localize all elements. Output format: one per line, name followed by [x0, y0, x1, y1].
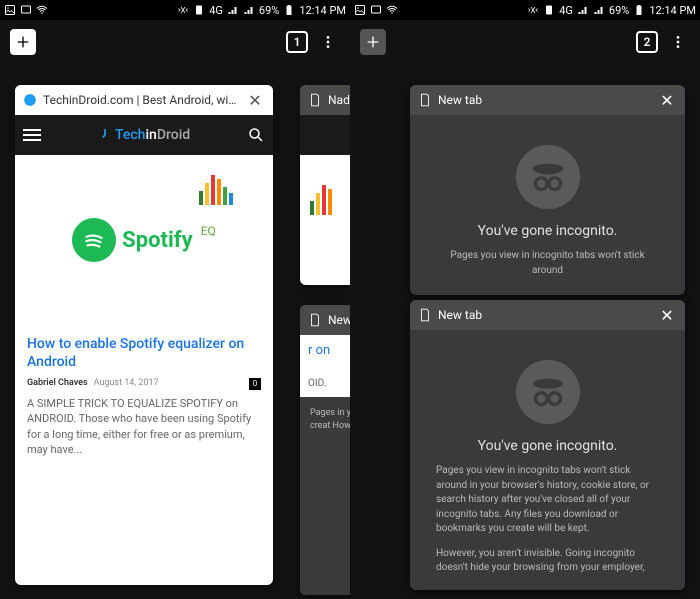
- article-title-fragment: r on: [308, 343, 350, 358]
- tab-titlebar: New tab ✕: [410, 85, 685, 115]
- hamburger-icon[interactable]: [23, 129, 41, 141]
- status-bar: 4G 69% 12:14 PM: [0, 0, 350, 20]
- incognito-headline: You've gone incognito.: [432, 223, 663, 239]
- network-type: 4G: [209, 4, 223, 17]
- site-brand: TechinDroid: [47, 127, 241, 143]
- clock-time: 12:14 PM: [299, 4, 346, 17]
- tab-title: New tab: [328, 313, 350, 327]
- battery-icon: [633, 4, 645, 16]
- article-excerpt: A SIMPLE TRICK TO EQUALIZE SPOTIFY on AN…: [27, 396, 261, 458]
- incognito-tab-card[interactable]: New tab ✕ You've gone incognito. Pages y…: [410, 85, 685, 295]
- close-tab-button[interactable]: ✕: [657, 306, 677, 325]
- tab-titlebar: New tab ✕: [410, 300, 685, 330]
- incognito-text-fragment: Pages in your histo tabs. creat Howe: [300, 397, 350, 595]
- close-tab-button[interactable]: ✕: [245, 91, 265, 110]
- article-date: August 14, 2017: [94, 377, 159, 390]
- more-vert-icon: [320, 34, 336, 50]
- comments-badge: 0: [249, 378, 261, 390]
- vibrate-icon: [177, 4, 189, 16]
- status-bar: 4G 69% 12:14 PM: [350, 0, 700, 20]
- tab-title: New tab: [438, 93, 651, 107]
- signal-icon-2: [593, 4, 605, 16]
- tab-title: New tab: [438, 308, 651, 322]
- overflow-menu-button[interactable]: [666, 30, 690, 54]
- article-title[interactable]: How to enable Spotify equalizer on Andro…: [27, 335, 261, 371]
- browser-toolbar: 1: [0, 20, 350, 64]
- excerpt-fragment: OID.: [308, 378, 350, 389]
- tab-title: Nadows, if: [328, 93, 350, 107]
- tab-card-peek[interactable]: Nadows, if: [300, 85, 350, 285]
- search-icon[interactable]: [247, 126, 265, 144]
- tab-card-peek-2[interactable]: New tab r on 0 OID. Pages in your histo …: [300, 305, 350, 595]
- tab-titlebar: TechinDroid.com | Best Android, windows …: [15, 85, 273, 115]
- tab-title: TechinDroid.com | Best Android, windows: [43, 93, 239, 107]
- wifi-icon: [36, 4, 48, 16]
- favicon-icon: [23, 93, 37, 107]
- plus-icon: [365, 34, 381, 50]
- new-tab-button[interactable]: [10, 29, 36, 55]
- battery-percent: 69%: [609, 4, 629, 17]
- incognito-icon: [516, 360, 580, 424]
- new-tab-button[interactable]: [360, 29, 386, 55]
- plus-icon: [15, 34, 31, 50]
- file-icon: [418, 93, 432, 107]
- eq-label: EQ: [201, 224, 216, 238]
- equalizer-icon: [310, 185, 350, 215]
- sim-icon: [543, 4, 555, 16]
- network-type: 4G: [559, 4, 573, 17]
- vibrate-icon: [527, 4, 539, 16]
- incognito-subtext: Pages you view in incognito tabs won't s…: [432, 249, 663, 278]
- image-icon: [354, 4, 366, 16]
- clock-time: 12:14 PM: [649, 4, 696, 17]
- incognito-tab-card[interactable]: New tab ✕ You've gone incognito. Pages y…: [410, 300, 685, 590]
- incognito-icon: [516, 145, 580, 209]
- cast-icon: [370, 4, 382, 16]
- file-icon: [418, 308, 432, 322]
- more-vert-icon: [670, 34, 686, 50]
- incognito-headline: You've gone incognito.: [432, 438, 663, 454]
- browser-toolbar: 2: [350, 20, 700, 64]
- article-author: Gabriel Chaves: [27, 377, 88, 390]
- tab-card[interactable]: TechinDroid.com | Best Android, windows …: [15, 85, 273, 585]
- site-header: TechinDroid: [15, 115, 273, 155]
- tab-count-button[interactable]: 1: [286, 31, 308, 53]
- overflow-menu-button[interactable]: [316, 30, 340, 54]
- spotify-wordmark: Spotify: [122, 228, 193, 253]
- phone-screenshot-right: 4G 69% 12:14 PM 2 New tab: [350, 0, 700, 599]
- brand-icon: [98, 128, 112, 142]
- signal-icon: [227, 4, 239, 16]
- article-body: How to enable Spotify equalizer on Andro…: [15, 325, 273, 472]
- spotify-logo-icon: [72, 218, 116, 262]
- signal-icon: [577, 4, 589, 16]
- file-icon: [308, 93, 322, 107]
- incognito-paragraph-1: Pages you view in incognito tabs won't s…: [432, 464, 663, 537]
- sim-icon: [193, 4, 205, 16]
- phone-screenshot-left: 4G 69% 12:14 PM 1 Tech: [0, 0, 350, 599]
- incognito-paragraph-2: However, you aren't invisible. Going inc…: [432, 547, 663, 576]
- cast-icon: [20, 4, 32, 16]
- file-icon: [308, 313, 322, 327]
- battery-percent: 69%: [259, 4, 279, 17]
- close-tab-button[interactable]: ✕: [657, 91, 677, 110]
- tab-count-button[interactable]: 2: [636, 31, 658, 53]
- signal-icon-2: [243, 4, 255, 16]
- equalizer-icon: [199, 175, 233, 205]
- image-icon: [4, 4, 16, 16]
- battery-icon: [283, 4, 295, 16]
- article-hero-image: Spotify EQ: [15, 155, 273, 325]
- wifi-icon: [386, 4, 398, 16]
